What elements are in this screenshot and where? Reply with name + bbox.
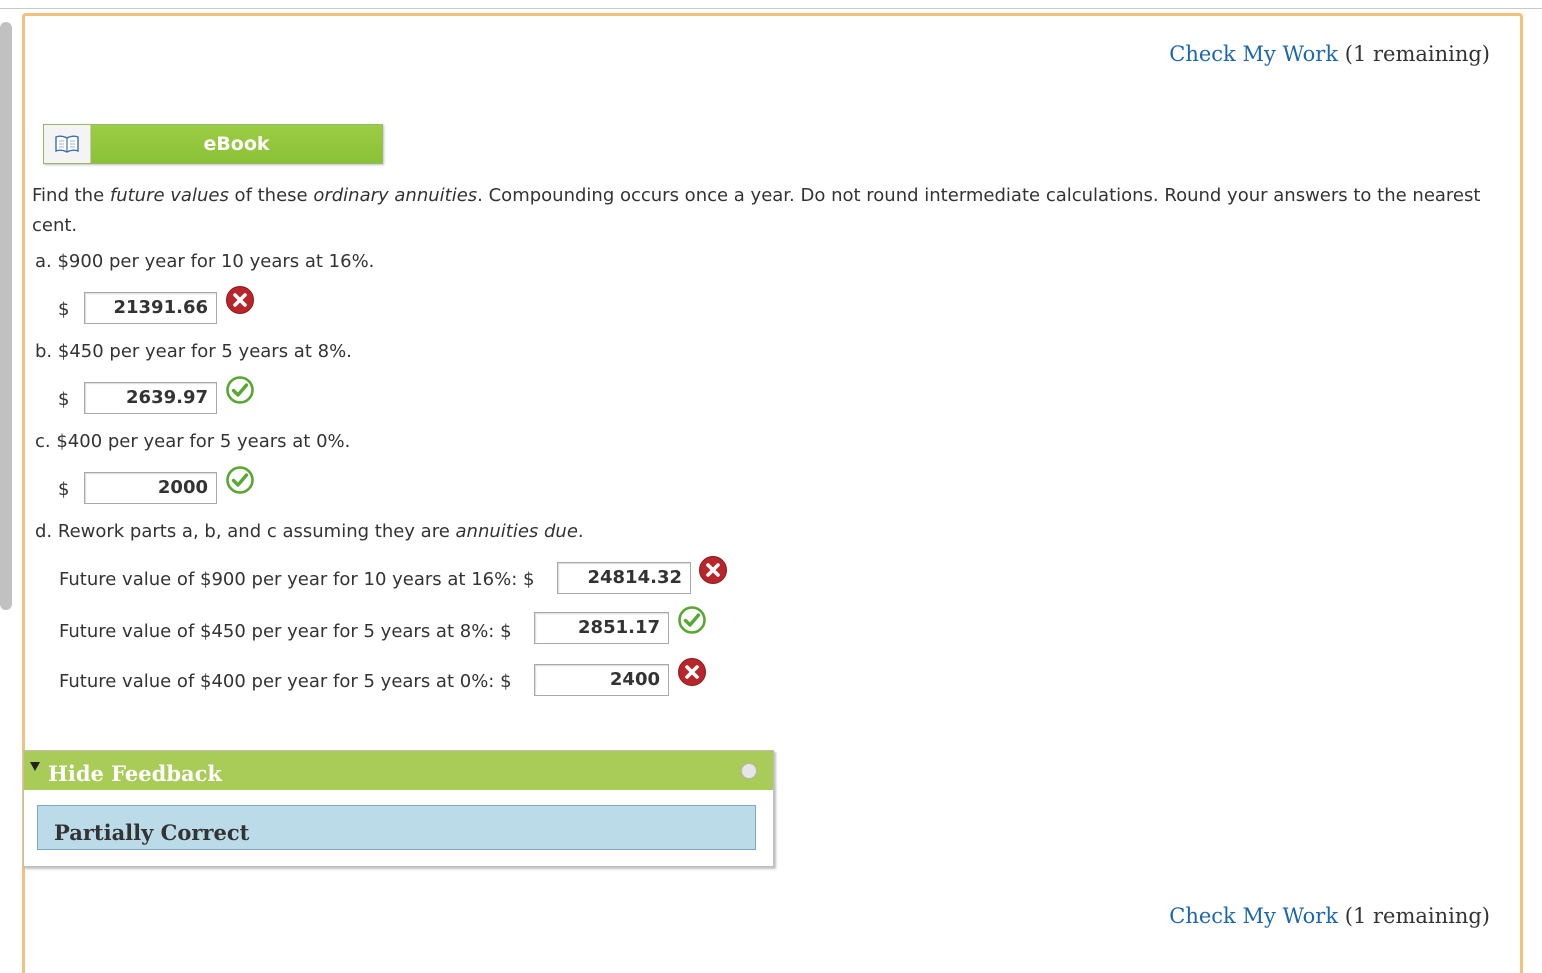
ebook-button[interactable]: eBook (43, 124, 383, 164)
question-d-text: . (577, 521, 584, 542)
check-my-work-link[interactable]: Check My Work (1169, 904, 1338, 928)
problem-intro: Find the future values of these ordinary… (32, 181, 1512, 241)
part-d-label-3: Future value of $400 per year for 5 year… (59, 671, 512, 692)
feedback-panel: Hide Feedback Partially Correct (23, 750, 774, 867)
collapse-triangle-icon (30, 762, 40, 771)
answer-input-d2[interactable]: 2851.17 (534, 612, 669, 644)
intro-text: of these (228, 185, 314, 206)
top-border (0, 0, 1542, 9)
answer-input-d3[interactable]: 2400 (534, 664, 669, 696)
question-a: a. $900 per year for 10 years at 16%. (35, 251, 375, 272)
remaining-count: (1 remaining) (1344, 904, 1490, 928)
correct-icon (225, 465, 255, 495)
part-d-label-2: Future value of $450 per year for 5 year… (59, 621, 512, 642)
correct-icon (225, 375, 255, 405)
currency-symbol: $ (58, 389, 70, 410)
intro-text: . Compounding occurs once a year. Do not… (477, 185, 1481, 206)
intro-emphasis-future-values: future values (109, 185, 229, 206)
currency-symbol: $ (58, 479, 70, 500)
hide-feedback-toggle[interactable]: Hide Feedback (24, 751, 773, 790)
book-icon (44, 125, 91, 163)
status-dot-icon (741, 763, 757, 779)
answer-input-a[interactable]: 21391.66 (84, 292, 217, 324)
check-my-work-bottom: Check My Work (1 remaining) (1169, 904, 1490, 928)
check-my-work-link[interactable]: Check My Work (1169, 42, 1338, 66)
hide-feedback-label: Hide Feedback (48, 761, 222, 786)
question-b: b. $450 per year for 5 years at 8%. (35, 341, 352, 362)
answer-input-b[interactable]: 2639.97 (84, 382, 217, 414)
currency-symbol: $ (58, 299, 70, 320)
scrollbar-thumb[interactable] (0, 22, 12, 610)
intro-text: cent. (32, 215, 78, 236)
intro-text: Find the (32, 185, 110, 206)
feedback-result: Partially Correct (37, 805, 756, 850)
intro-emphasis-ordinary-annuities: ordinary annuities (313, 185, 478, 206)
incorrect-icon (677, 657, 707, 687)
question-c: c. $400 per year for 5 years at 0%. (35, 431, 351, 452)
question-d-text: d. Rework parts a, b, and c assuming the… (35, 521, 456, 542)
answer-input-c[interactable]: 2000 (84, 472, 217, 504)
part-d-label-1: Future value of $900 per year for 10 yea… (59, 569, 535, 590)
remaining-count: (1 remaining) (1344, 42, 1490, 66)
question-d: d. Rework parts a, b, and c assuming the… (35, 521, 584, 542)
correct-icon (677, 605, 707, 635)
question-d-emphasis: annuities due (455, 521, 578, 542)
ebook-label: eBook (91, 125, 382, 163)
answer-input-d1[interactable]: 24814.32 (557, 562, 691, 594)
check-my-work-top: Check My Work (1 remaining) (1169, 42, 1490, 66)
incorrect-icon (225, 285, 255, 315)
incorrect-icon (698, 555, 728, 585)
